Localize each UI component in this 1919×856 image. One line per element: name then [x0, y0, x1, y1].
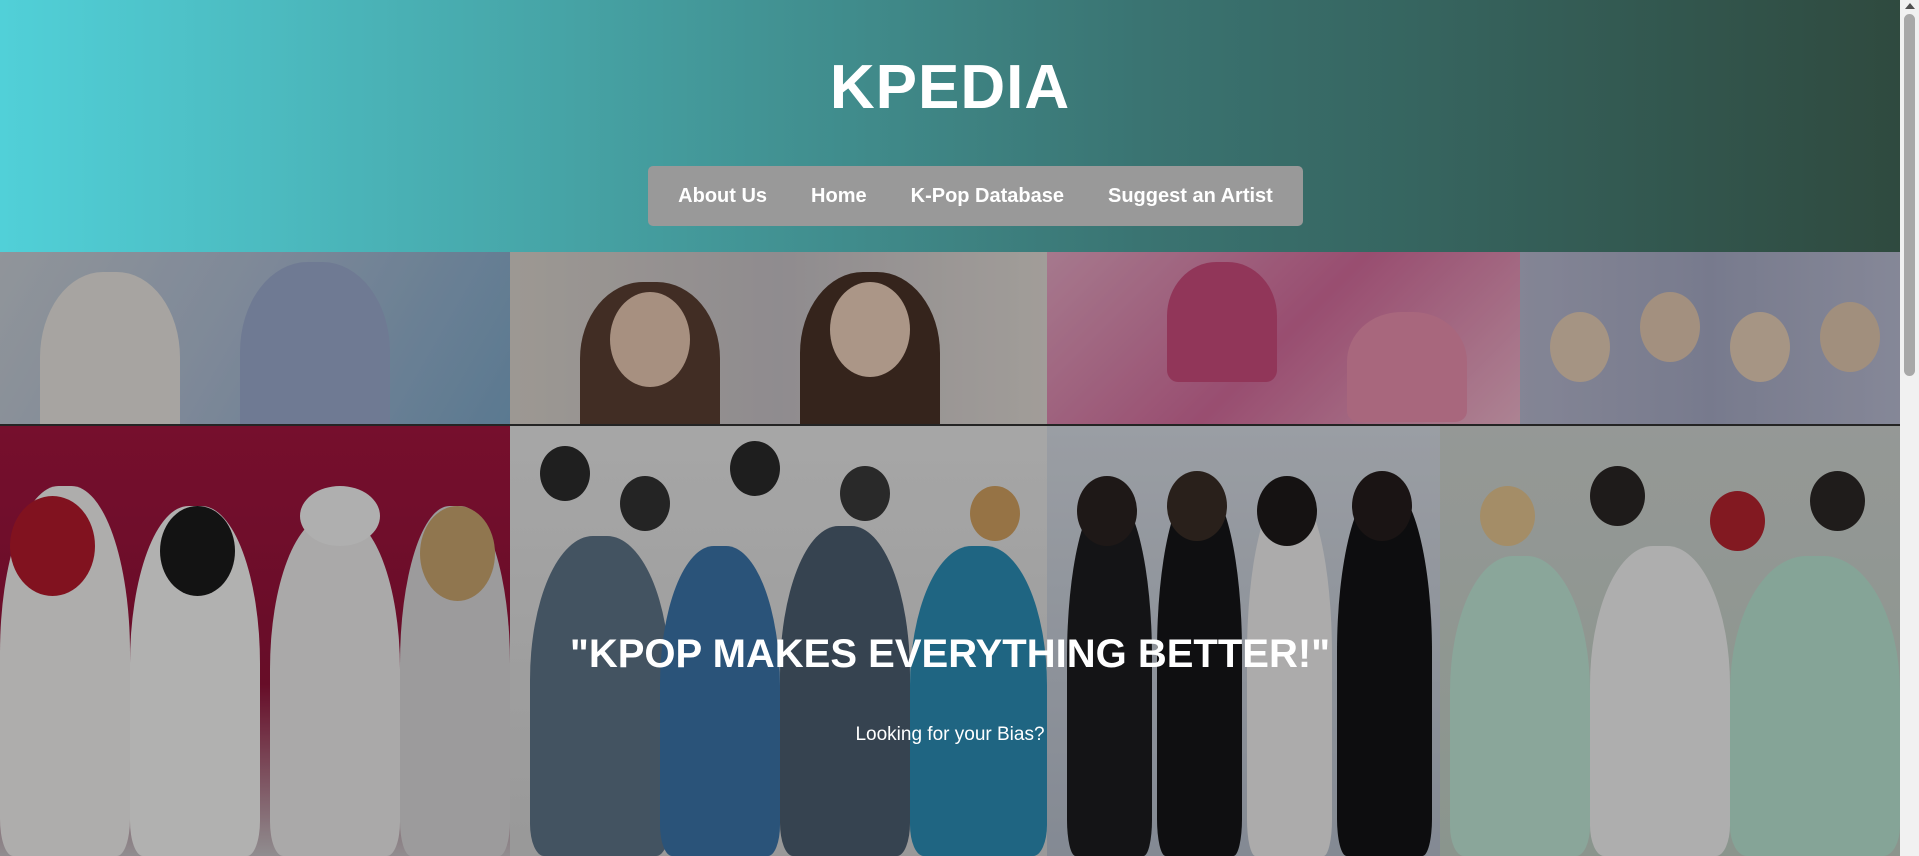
nav-about-us[interactable]: About Us	[678, 185, 767, 208]
nav-suggest-artist[interactable]: Suggest an Artist	[1108, 185, 1273, 208]
nav-home[interactable]: Home	[811, 185, 867, 208]
page-scrollbar[interactable]	[1900, 0, 1919, 856]
nav-kpop-database[interactable]: K-Pop Database	[911, 185, 1064, 208]
hero-quote: "KPOP MAKES EVERYTHING BETTER!"	[569, 632, 1331, 676]
site-header: KPEDIA About Us Home K-Pop Database Sugg…	[0, 0, 1900, 252]
scrollbar-thumb[interactable]	[1904, 14, 1915, 376]
site-title: KPEDIA	[829, 53, 1071, 122]
collage-dim-overlay	[0, 252, 1900, 856]
hero-subtitle: Looking for your Bias?	[855, 724, 1045, 745]
hero-collage	[0, 252, 1900, 856]
scroll-up-arrow-icon[interactable]	[1905, 3, 1915, 9]
main-nav: About Us Home K-Pop Database Suggest an …	[648, 166, 1303, 226]
